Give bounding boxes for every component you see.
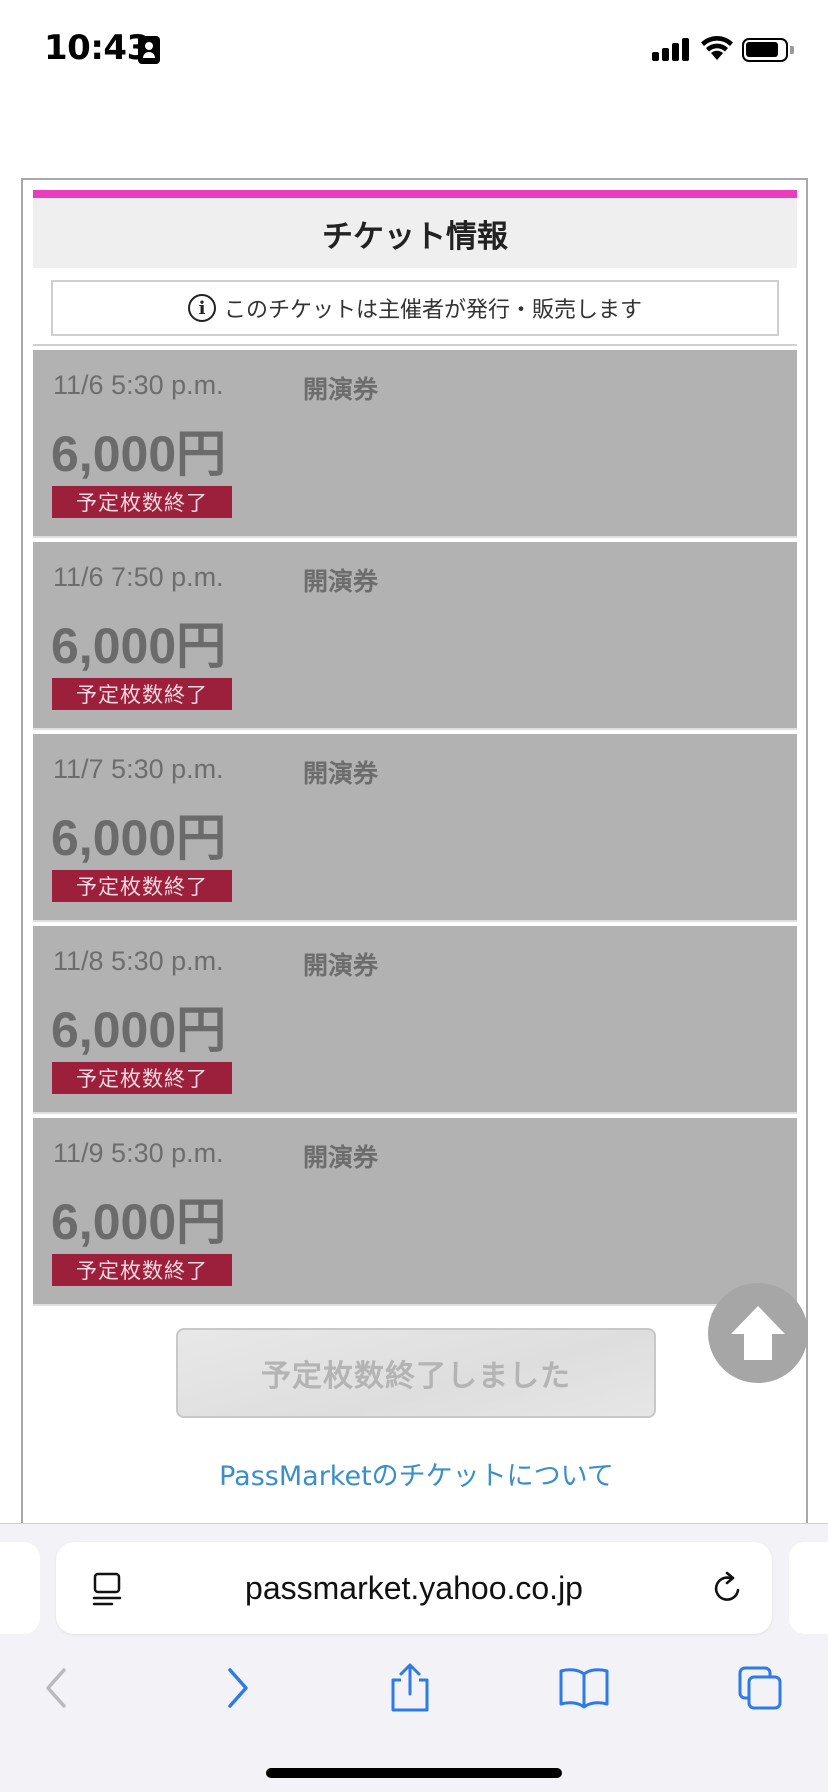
- organizer-notice: i このチケットは主催者が発行・販売します: [51, 280, 779, 336]
- notice-text: このチケットは主催者が発行・販売します: [223, 298, 642, 323]
- ticket-price: 6,000円: [51, 426, 227, 482]
- tabs-icon: [738, 1666, 782, 1710]
- share-icon: [391, 1663, 429, 1712]
- sold-out-badge: 予定枚数終了: [52, 486, 232, 518]
- ticket-datetime: 11/8 5:30 p.m.: [53, 946, 224, 976]
- cellular-signal-icon: [652, 37, 690, 61]
- forward-icon: [228, 1668, 248, 1708]
- ticket-item: 11/9 5:30 p.m. 開演券 6,000円 予定枚数終了: [33, 1118, 797, 1306]
- info-icon: i: [187, 294, 216, 322]
- back-button[interactable]: [28, 1658, 88, 1718]
- ticket-type: 開演券: [303, 567, 379, 596]
- status-time: 10:43: [44, 28, 150, 68]
- share-button[interactable]: [380, 1658, 440, 1718]
- ticket-type: 開演券: [303, 951, 379, 980]
- ticket-datetime: 11/6 5:30 p.m.: [53, 370, 224, 400]
- ticket-list: 11/6 5:30 p.m. 開演券 6,000円 予定枚数終了 11/6 7:…: [33, 344, 797, 1306]
- forward-button[interactable]: [206, 1658, 266, 1718]
- sold-out-badge: 予定枚数終了: [52, 870, 232, 902]
- reader-icon[interactable]: [92, 1572, 122, 1606]
- scroll-to-top-button[interactable]: [708, 1283, 808, 1383]
- ticket-price: 6,000円: [51, 810, 227, 866]
- contact-card-icon: [138, 36, 160, 64]
- browser-chrome: passmarket.yahoo.co.jp: [0, 1523, 828, 1792]
- sold-out-button[interactable]: 予定枚数終了しました: [176, 1328, 656, 1418]
- next-tab-preview[interactable]: [789, 1542, 828, 1634]
- ticket-type: 開演券: [303, 375, 379, 404]
- home-indicator: [266, 1768, 562, 1778]
- ticket-info-panel: チケット情報 i このチケットは主催者が発行・販売します 11/6 5:30 p…: [21, 178, 808, 1524]
- sold-out-badge: 予定枚数終了: [52, 1062, 232, 1094]
- panel-title: チケット情報: [33, 198, 797, 268]
- about-passmarket-link[interactable]: PassMarketのチケットについて: [23, 1454, 810, 1493]
- ticket-item: 11/8 5:30 p.m. 開演券 6,000円 予定枚数終了: [33, 926, 797, 1114]
- ticket-price: 6,000円: [51, 1002, 227, 1058]
- address-bar[interactable]: passmarket.yahoo.co.jp: [56, 1542, 772, 1634]
- bookmarks-icon: [559, 1668, 609, 1709]
- browser-toolbar: [0, 1654, 828, 1734]
- arrow-up-icon: [731, 1306, 785, 1360]
- previous-tab-preview[interactable]: [0, 1542, 40, 1634]
- accent-bar: [33, 190, 797, 198]
- ticket-price: 6,000円: [51, 1194, 227, 1250]
- battery-icon: [742, 38, 794, 62]
- tabs-button[interactable]: [730, 1658, 790, 1718]
- ticket-datetime: 11/9 5:30 p.m.: [53, 1138, 224, 1168]
- ticket-price: 6,000円: [51, 618, 227, 674]
- status-bar: 10:43: [0, 0, 828, 100]
- ticket-item: 11/6 5:30 p.m. 開演券 6,000円 予定枚数終了: [33, 350, 797, 538]
- back-icon: [46, 1668, 66, 1708]
- sold-out-badge: 予定枚数終了: [52, 678, 232, 710]
- ticket-type: 開演券: [303, 759, 379, 788]
- ticket-datetime: 11/6 7:50 p.m.: [53, 562, 224, 592]
- url-text[interactable]: passmarket.yahoo.co.jp: [56, 1542, 772, 1634]
- ticket-item: 11/6 7:50 p.m. 開演券 6,000円 予定枚数終了: [33, 542, 797, 730]
- ticket-type: 開演券: [303, 1143, 379, 1172]
- ticket-datetime: 11/7 5:30 p.m.: [53, 754, 224, 784]
- bookmarks-button[interactable]: [554, 1658, 614, 1718]
- ticket-item: 11/7 5:30 p.m. 開演券 6,000円 予定枚数終了: [33, 734, 797, 922]
- sold-out-badge: 予定枚数終了: [52, 1254, 232, 1286]
- reload-icon[interactable]: [710, 1570, 746, 1606]
- wifi-icon: [701, 36, 733, 60]
